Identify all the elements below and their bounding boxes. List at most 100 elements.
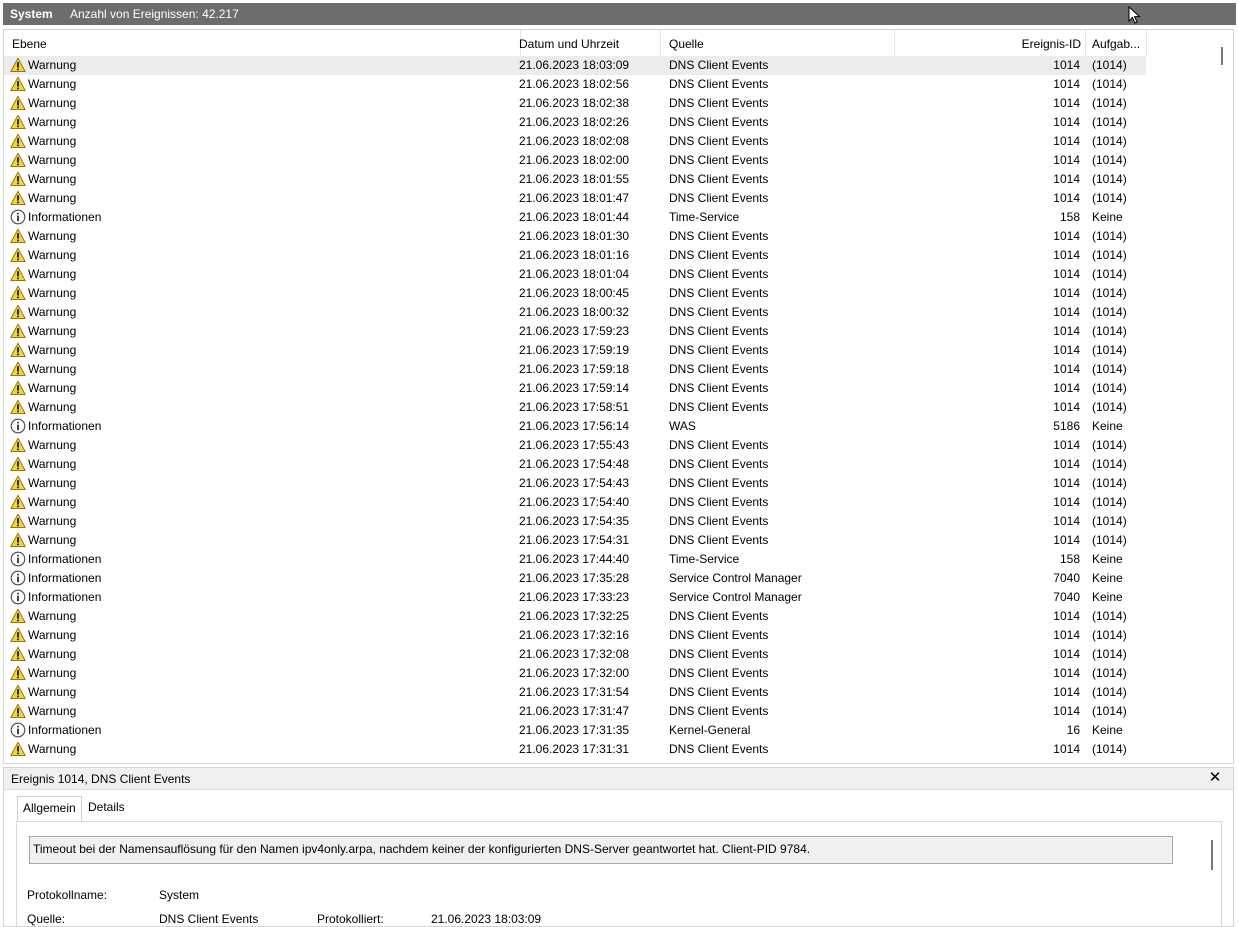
event-list-scrollbar-thumb[interactable] bbox=[1221, 47, 1223, 65]
detail-scrollbar-thumb[interactable] bbox=[1211, 840, 1213, 870]
event-task: (1014) bbox=[1092, 77, 1127, 91]
event-id: 1014 bbox=[1053, 400, 1080, 414]
event-level: Warnung bbox=[28, 666, 77, 680]
event-row[interactable]: Warnung 21.06.2023 18:01:55 DNS Client Eve… bbox=[4, 170, 1146, 189]
event-source: DNS Client Events bbox=[669, 58, 769, 72]
event-task: (1014) bbox=[1092, 666, 1127, 680]
event-row[interactable]: Informationen 21.06.2023 17:44:40 Time-Ser… bbox=[4, 550, 1146, 569]
event-row[interactable]: Warnung 21.06.2023 17:54:35 DNS Client Eve… bbox=[4, 512, 1146, 531]
event-row[interactable]: Warnung 21.06.2023 17:32:08 DNS Client Eve… bbox=[4, 645, 1146, 664]
event-source: DNS Client Events bbox=[669, 438, 769, 452]
event-row[interactable]: Warnung 21.06.2023 18:00:45 DNS Client Eve… bbox=[4, 284, 1146, 303]
column-header-date[interactable]: Datum und Uhrzeit bbox=[513, 30, 661, 56]
warning-triangle-icon bbox=[10, 247, 26, 263]
event-task: Keine bbox=[1092, 210, 1123, 224]
info-circle-icon bbox=[10, 570, 26, 586]
warning-triangle-icon bbox=[10, 171, 26, 187]
close-icon[interactable]: ✕ bbox=[1207, 768, 1223, 788]
event-list-scrollbar[interactable] bbox=[1217, 43, 1231, 761]
event-row[interactable]: Warnung 21.06.2023 17:54:31 DNS Client Eve… bbox=[4, 531, 1146, 550]
event-task: (1014) bbox=[1092, 514, 1127, 528]
event-source: DNS Client Events bbox=[669, 286, 769, 300]
event-list[interactable]: Ebene Datum und Uhrzeit Quelle Ereignis-… bbox=[3, 29, 1234, 764]
event-date: 21.06.2023 17:33:23 bbox=[519, 590, 630, 604]
event-source: DNS Client Events bbox=[669, 153, 769, 167]
event-id: 1014 bbox=[1053, 172, 1080, 186]
event-date: 21.06.2023 17:31:31 bbox=[519, 742, 630, 756]
event-row[interactable]: Warnung 21.06.2023 17:31:54 DNS Client Eve… bbox=[4, 683, 1146, 702]
event-source: DNS Client Events bbox=[669, 666, 769, 680]
event-date: 21.06.2023 18:00:45 bbox=[519, 286, 630, 300]
tab-details[interactable]: Details bbox=[83, 796, 130, 818]
event-row[interactable]: Warnung 21.06.2023 17:54:40 DNS Client Eve… bbox=[4, 493, 1146, 512]
event-row[interactable]: Warnung 21.06.2023 17:32:16 DNS Client Eve… bbox=[4, 626, 1146, 645]
event-row[interactable]: Warnung 21.06.2023 17:32:00 DNS Client Eve… bbox=[4, 664, 1146, 683]
event-date: 21.06.2023 17:54:40 bbox=[519, 495, 630, 509]
column-header-task[interactable]: Aufgab... bbox=[1086, 30, 1147, 56]
event-row[interactable]: Warnung 21.06.2023 17:59:14 DNS Client Eve… bbox=[4, 379, 1146, 398]
event-row[interactable]: Warnung 21.06.2023 17:31:47 DNS Client Eve… bbox=[4, 702, 1146, 721]
event-row[interactable]: Warnung 21.06.2023 18:02:38 DNS Client Eve… bbox=[4, 94, 1146, 113]
event-id: 1014 bbox=[1053, 457, 1080, 471]
event-row[interactable]: Warnung 21.06.2023 18:02:00 DNS Client Eve… bbox=[4, 151, 1146, 170]
event-row[interactable]: Informationen 21.06.2023 17:56:14 WAS 5186 K… bbox=[4, 417, 1146, 436]
warning-triangle-icon bbox=[10, 133, 26, 149]
event-id: 1014 bbox=[1053, 438, 1080, 452]
column-header-event-id[interactable]: Ereignis-ID bbox=[895, 30, 1086, 56]
event-row[interactable]: Informationen 21.06.2023 17:33:23 Service … bbox=[4, 588, 1146, 607]
event-id: 1014 bbox=[1053, 742, 1080, 756]
event-row[interactable]: Informationen 21.06.2023 18:01:44 Time-Ser… bbox=[4, 208, 1146, 227]
column-header-level[interactable]: Ebene bbox=[4, 30, 521, 56]
event-date: 21.06.2023 18:01:30 bbox=[519, 229, 630, 243]
event-message-box[interactable]: Timeout bei der Namensauflösung für den … bbox=[29, 836, 1173, 864]
event-id: 1014 bbox=[1053, 628, 1080, 642]
event-source: DNS Client Events bbox=[669, 704, 769, 718]
event-row[interactable]: Warnung 21.06.2023 17:54:43 DNS Client Eve… bbox=[4, 474, 1146, 493]
event-row[interactable]: Informationen 21.06.2023 17:35:28 Service … bbox=[4, 569, 1146, 588]
warning-triangle-icon bbox=[10, 475, 26, 491]
event-row[interactable]: Warnung 21.06.2023 18:02:26 DNS Client Eve… bbox=[4, 113, 1146, 132]
event-row[interactable]: Warnung 21.06.2023 17:31:31 DNS Client Eve… bbox=[4, 740, 1146, 759]
event-row[interactable]: Warnung 21.06.2023 18:01:04 DNS Client Eve… bbox=[4, 265, 1146, 284]
event-row[interactable]: Warnung 21.06.2023 18:01:16 DNS Client Eve… bbox=[4, 246, 1146, 265]
event-row[interactable]: Warnung 21.06.2023 18:01:47 DNS Client Eve… bbox=[4, 189, 1146, 208]
event-row[interactable]: Warnung 21.06.2023 17:59:18 DNS Client Eve… bbox=[4, 360, 1146, 379]
warning-triangle-icon bbox=[10, 532, 26, 548]
log-name: System bbox=[10, 7, 53, 21]
event-task: Keine bbox=[1092, 723, 1123, 737]
event-level: Informationen bbox=[28, 723, 102, 737]
event-task: (1014) bbox=[1092, 115, 1127, 129]
event-level: Warnung bbox=[28, 324, 77, 338]
tab-allgemein[interactable]: Allgemein bbox=[17, 796, 82, 821]
event-date: 21.06.2023 17:59:18 bbox=[519, 362, 630, 376]
event-date: 21.06.2023 17:59:14 bbox=[519, 381, 630, 395]
event-row[interactable]: Warnung 21.06.2023 17:55:43 DNS Client Eve… bbox=[4, 436, 1146, 455]
event-row[interactable]: Warnung 21.06.2023 17:32:25 DNS Client Eve… bbox=[4, 607, 1146, 626]
column-header-date-label: Datum und Uhrzeit bbox=[519, 37, 620, 51]
logged-label: Protokolliert: bbox=[317, 912, 384, 926]
warning-triangle-icon bbox=[10, 190, 26, 206]
event-row[interactable]: Warnung 21.06.2023 18:01:30 DNS Client Eve… bbox=[4, 227, 1146, 246]
event-source: Time-Service bbox=[669, 552, 740, 566]
event-row[interactable]: Warnung 21.06.2023 18:03:09 DNS Client Eve… bbox=[4, 56, 1146, 75]
event-source: DNS Client Events bbox=[669, 191, 769, 205]
event-row[interactable]: Warnung 21.06.2023 17:54:48 DNS Client Eve… bbox=[4, 455, 1146, 474]
event-task: (1014) bbox=[1092, 381, 1127, 395]
event-row[interactable]: Warnung 21.06.2023 17:59:23 DNS Client Eve… bbox=[4, 322, 1146, 341]
event-date: 21.06.2023 18:02:26 bbox=[519, 115, 630, 129]
detail-title: Ereignis 1014, DNS Client Events bbox=[11, 772, 191, 786]
event-level: Informationen bbox=[28, 571, 102, 585]
event-level: Warnung bbox=[28, 343, 77, 357]
event-row[interactable]: Informationen 21.06.2023 17:31:35 Kernel-G… bbox=[4, 721, 1146, 740]
event-row[interactable]: Warnung 21.06.2023 18:00:32 DNS Client Eve… bbox=[4, 303, 1146, 322]
event-row[interactable]: Warnung 21.06.2023 18:02:56 DNS Client Eve… bbox=[4, 75, 1146, 94]
event-level: Informationen bbox=[28, 210, 102, 224]
event-row[interactable]: Warnung 21.06.2023 17:58:51 DNS Client Eve… bbox=[4, 398, 1146, 417]
column-header-source[interactable]: Quelle bbox=[663, 30, 895, 56]
event-row[interactable]: Warnung 21.06.2023 18:02:08 DNS Client Eve… bbox=[4, 132, 1146, 151]
event-row[interactable]: Warnung 21.06.2023 17:59:19 DNS Client Eve… bbox=[4, 341, 1146, 360]
event-source: DNS Client Events bbox=[669, 267, 769, 281]
event-id: 158 bbox=[1059, 210, 1080, 224]
event-level: Warnung bbox=[28, 267, 77, 281]
event-date: 21.06.2023 17:54:31 bbox=[519, 533, 630, 547]
